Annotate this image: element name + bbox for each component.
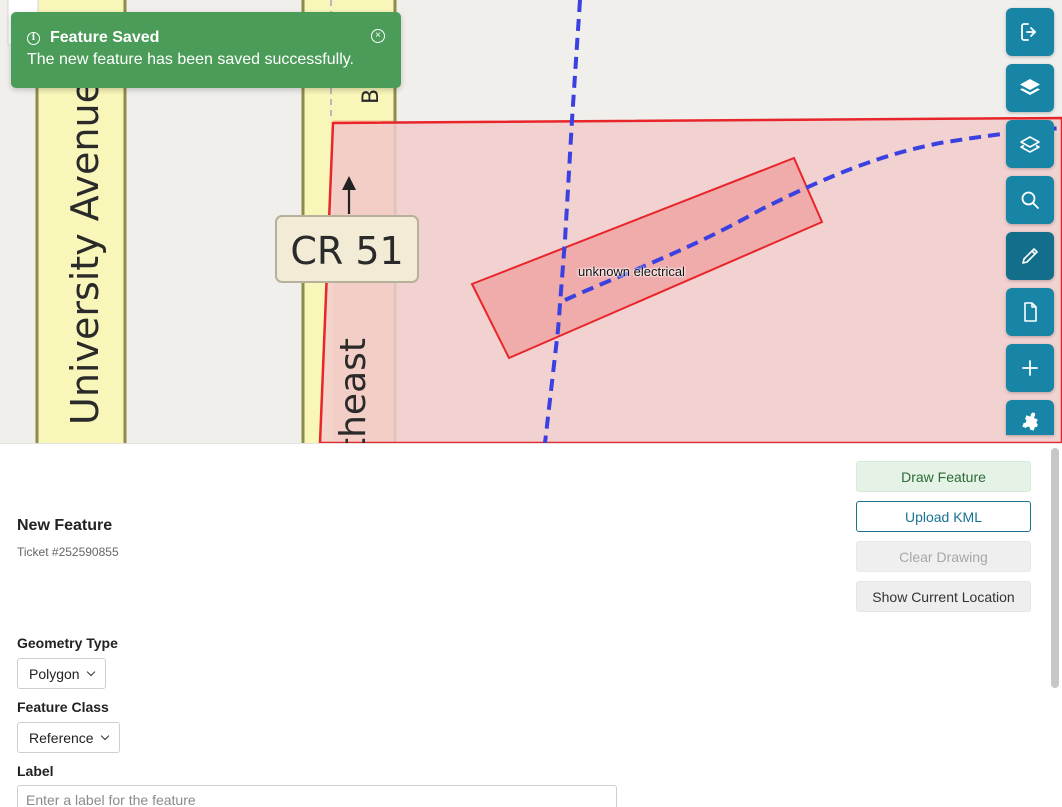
logout-button[interactable] <box>1006 8 1054 56</box>
road-label-university: University Avenue <box>63 80 107 425</box>
chevron-down-icon <box>86 667 95 676</box>
feature-class-label: Feature Class <box>17 699 109 715</box>
close-circle-icon[interactable]: × <box>371 29 385 43</box>
plugins-button[interactable] <box>1006 400 1054 435</box>
document-icon <box>1024 302 1037 322</box>
layer-outline-icon <box>1020 136 1040 153</box>
clear-drawing-button[interactable]: Clear Drawing <box>856 541 1031 572</box>
geometry-type-label: Geometry Type <box>17 635 118 651</box>
add-button[interactable] <box>1006 344 1054 392</box>
layers-icon <box>1020 79 1040 95</box>
layer-outline-button[interactable] <box>1006 120 1054 168</box>
feature-label: unknown electrical <box>578 264 685 279</box>
label-field-label: Label <box>17 763 54 779</box>
logout-icon <box>1021 23 1036 41</box>
draw-feature-button[interactable]: Draw Feature <box>856 461 1031 492</box>
route-shield-label: CR 51 <box>290 229 403 273</box>
map-toolbar <box>1006 8 1054 435</box>
toast-message: The new feature has been saved successfu… <box>27 51 354 68</box>
plus-icon <box>1022 360 1038 376</box>
upload-kml-button[interactable]: Upload KML <box>856 501 1031 532</box>
ticket-number: Ticket #252590855 <box>17 545 119 559</box>
geometry-type-select[interactable]: Polygon <box>17 658 106 689</box>
road-label-partial: B <box>359 89 384 104</box>
pencil-icon <box>1022 248 1038 264</box>
toast-title: Feature Saved <box>50 29 160 46</box>
panel-scrollbar[interactable] <box>1051 448 1059 688</box>
toast-notification: i Feature Saved The new feature has been… <box>11 12 401 88</box>
edit-button[interactable] <box>1006 232 1054 280</box>
search-button[interactable] <box>1006 176 1054 224</box>
geometry-type-value: Polygon <box>29 665 80 682</box>
layers-button[interactable] <box>1006 64 1054 112</box>
chevron-down-icon <box>100 731 109 740</box>
road-label-northeast: theast <box>333 338 374 443</box>
parcel-polygon[interactable] <box>318 116 1062 443</box>
label-input[interactable] <box>17 785 617 807</box>
info-icon: i <box>27 31 40 45</box>
show-location-button[interactable]: Show Current Location <box>856 581 1031 612</box>
feature-class-select[interactable]: Reference <box>17 722 120 753</box>
document-button[interactable] <box>1006 288 1054 336</box>
panel-title: New Feature <box>17 517 113 534</box>
feature-panel: New Feature Ticket #252590855 Draw Featu… <box>0 443 1062 807</box>
search-icon <box>1021 191 1039 209</box>
feature-class-value: Reference <box>29 729 94 746</box>
puzzle-icon <box>1022 412 1038 431</box>
